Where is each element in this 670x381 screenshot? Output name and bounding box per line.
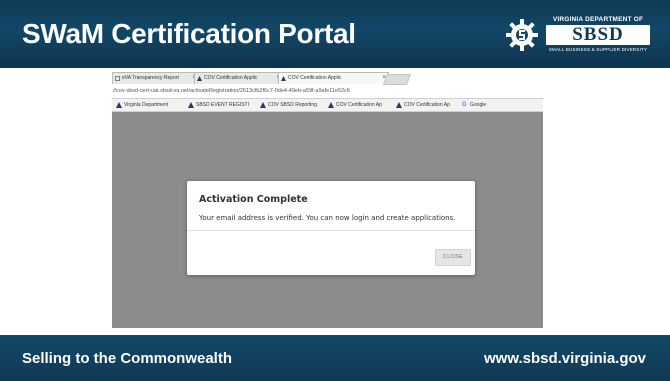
logo-top-text: VIRGINIA DEPARTMENT OF [552,16,644,23]
logo-wordmark: VIRGINIA DEPARTMENT OF SBSD SMALL BUSINE… [543,15,653,53]
dialog-title: Activation Complete [199,194,308,205]
bookmark-label: Google [470,102,487,108]
bookmark-cov-sbsd-reporting[interactable]: COV SBSD Reporting [260,101,317,109]
tab-label: COV Certification Applic [204,75,258,81]
bookmark-cov-certification-2[interactable]: COV Certification Ap [396,101,450,109]
address-bar[interactable]: //cov-sbsd-cert-uat.sbsd-va.net/activate… [112,85,544,99]
virginia-logo-icon [197,76,202,81]
bookmarks-bar: Virginia Department SBSD EVENT REGISTI C… [112,99,543,112]
logo-bottom-text: SMALL BUSINESS & SUPPLIER DIVERSITY [548,47,648,52]
new-tab-button[interactable] [382,74,412,85]
bookmark-sbsd-event[interactable]: SBSD EVENT REGISTI [188,101,249,109]
bookmark-label: COV Certification Ap [336,102,382,108]
tab-cov-certification-1[interactable]: COV Certification Applic × [194,72,283,84]
virginia-logo-icon [396,102,402,108]
browser-window: eVA Transparency Report × COV Certificat… [112,70,544,328]
virginia-logo-icon [328,102,334,108]
slide-title: SWaM Certification Portal [22,18,356,49]
dialog-divider [187,230,475,231]
slide-footer: Selling to the Commonwealth www.sbsd.vir… [0,335,670,381]
virginia-logo-icon [281,76,286,81]
tab-bar: eVA Transparency Report × COV Certificat… [112,70,543,85]
bookmark-virginia-department[interactable]: Virginia Department [116,101,168,109]
activation-dialog: Activation Complete Your email address i… [187,181,475,275]
logo-main-text: SBSD [546,25,650,45]
document-icon [115,76,120,81]
tab-label: COV Certification Applic [288,75,342,81]
footer-website: www.sbsd.virginia.gov [484,350,646,367]
tab-eva-transparency[interactable]: eVA Transparency Report × [112,72,199,84]
dialog-message: Your email address is verified. You can … [199,214,456,222]
bookmark-google[interactable]: G Google [462,101,486,109]
sbsd-logo: VIRGINIA DEPARTMENT OF SBSD SMALL BUSINE… [505,12,655,56]
virginia-logo-icon [260,102,266,108]
tab-label: eVA Transparency Report [122,75,179,81]
bookmark-label: SBSD EVENT REGISTI [196,102,249,108]
bookmark-label: Virginia Department [124,102,169,108]
virginia-logo-icon [116,102,122,108]
virginia-logo-icon [188,102,194,108]
gear-icon [506,19,538,51]
close-button[interactable]: CLOSE [435,249,471,266]
tab-cov-certification-2[interactable]: COV Certification Applic × [278,72,389,84]
bookmark-cov-certification-1[interactable]: COV Certification Ap [328,101,382,109]
bookmark-label: COV Certification Ap [404,102,450,108]
footer-tagline: Selling to the Commonwealth [22,350,233,367]
slide-header: SWaM Certification Portal VIRGINIA DEPAR… [0,0,670,68]
google-icon: G [462,102,467,108]
bookmark-label: COV SBSD Reporting [268,102,317,108]
